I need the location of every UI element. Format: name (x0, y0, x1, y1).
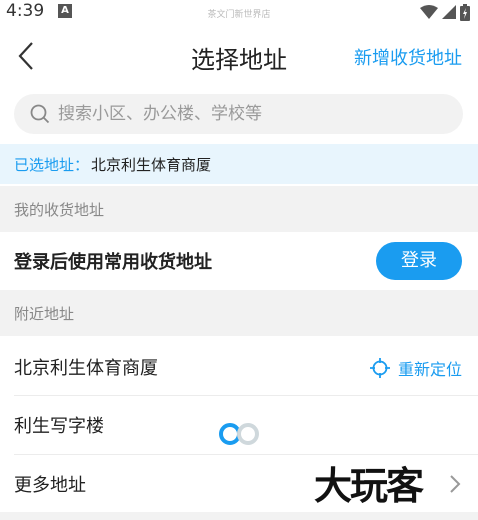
watermark: 大玩客 (314, 463, 424, 508)
relocate-button[interactable]: 重新定位 (369, 356, 462, 380)
locate-icon (369, 358, 390, 378)
login-button[interactable]: 登录 (376, 242, 462, 280)
signal-icon (442, 5, 456, 19)
search-icon (30, 104, 50, 124)
address-name: 更多地址 (14, 475, 86, 496)
login-prompt: 登录后使用常用收货地址 (14, 252, 212, 273)
my-addresses-heading: 我的收货地址 (0, 186, 478, 232)
status-bar: 4:39 A 茶文门新世界店 (0, 0, 478, 24)
selected-address-bar: 已选地址： 北京利生体育商厦 (0, 144, 478, 184)
add-address-button[interactable]: 新增收货地址 (354, 44, 462, 70)
login-row: 登录后使用常用收货地址 登录 (0, 232, 478, 290)
chevron-right-icon (450, 475, 461, 493)
bottom-divider (0, 512, 478, 520)
loading-spinner-icon (219, 423, 259, 445)
selected-address-label: 已选地址： (14, 155, 90, 174)
header: 选择地址 新增收货地址 (0, 24, 478, 88)
search-bar (14, 94, 463, 134)
chevron-left-icon (18, 42, 33, 70)
battery-icon (460, 3, 470, 21)
search-input[interactable] (58, 104, 438, 124)
back-button[interactable] (10, 38, 46, 74)
relocate-label: 重新定位 (397, 360, 462, 379)
list-item[interactable]: 北京利生体育商厦 重新定位 (0, 338, 478, 396)
nearby-addresses-heading: 附近地址 (0, 290, 478, 336)
status-center-text: 茶文门新世界店 (207, 10, 271, 20)
address-name: 北京利生体育商厦 (14, 358, 158, 379)
wifi-icon (420, 5, 438, 19)
selected-address-value: 北京利生体育商厦 (91, 155, 212, 174)
address-name: 利生写字楼 (14, 416, 104, 437)
status-icons (420, 3, 470, 21)
